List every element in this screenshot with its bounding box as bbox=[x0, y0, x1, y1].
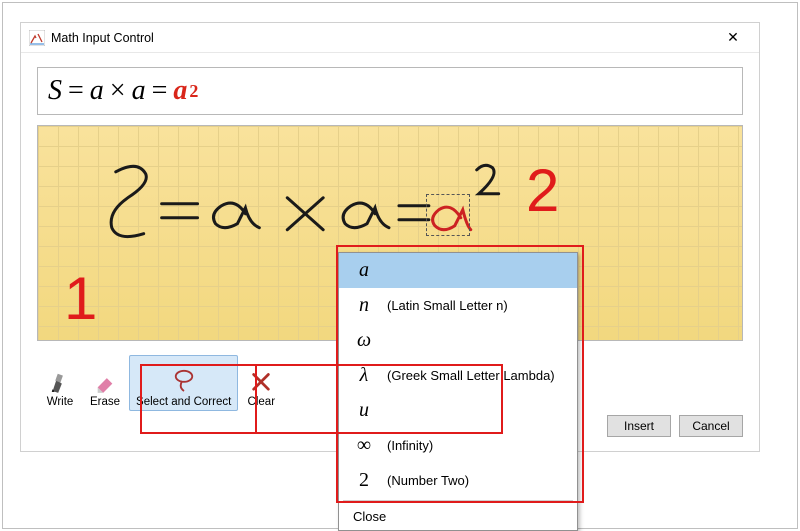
lasso-icon bbox=[173, 366, 195, 394]
clear-icon bbox=[250, 366, 272, 394]
eraser-icon bbox=[94, 366, 116, 394]
close-button[interactable]: ✕ bbox=[713, 26, 753, 50]
popup-separator bbox=[343, 500, 573, 501]
popup-symbol: 2 bbox=[353, 469, 375, 492]
correction-popup: an (Latin Small Letter n) ωλ (Greek Small L… bbox=[338, 252, 578, 531]
write-tool[interactable]: Write bbox=[39, 355, 81, 411]
footer-buttons: Insert Cancel bbox=[607, 415, 743, 437]
popup-desc: (Latin Small Letter n) bbox=[387, 298, 508, 313]
formula-eq1: = bbox=[68, 75, 84, 107]
close-icon: ✕ bbox=[727, 29, 739, 46]
window-title: Math Input Control bbox=[51, 31, 713, 45]
formula-red-a: a bbox=[173, 75, 187, 107]
popup-item-2[interactable]: ω bbox=[339, 323, 577, 358]
popup-symbol: a bbox=[353, 259, 375, 282]
app-icon bbox=[29, 30, 45, 46]
popup-item-5[interactable]: ∞ (Infinity) bbox=[339, 428, 577, 463]
popup-symbol: n bbox=[353, 294, 375, 317]
insert-button[interactable]: Insert bbox=[607, 415, 671, 437]
clear-label: Clear bbox=[248, 396, 275, 408]
pencil-icon bbox=[49, 366, 71, 394]
popup-symbol: u bbox=[353, 399, 375, 422]
popup-item-6[interactable]: 2 (Number Two) bbox=[339, 463, 577, 498]
formula-a1: a bbox=[90, 75, 104, 107]
select-correct-tool[interactable]: Select and Correct bbox=[129, 355, 238, 411]
popup-desc: (Number Two) bbox=[387, 473, 469, 488]
popup-desc: (Infinity) bbox=[387, 438, 433, 453]
formula-red-exp: 2 bbox=[189, 81, 198, 102]
popup-desc: (Greek Small Letter Lambda) bbox=[387, 368, 555, 383]
popup-item-4[interactable]: u bbox=[339, 393, 577, 428]
popup-item-3[interactable]: λ (Greek Small Letter Lambda) bbox=[339, 358, 577, 393]
select-correct-label: Select and Correct bbox=[136, 396, 231, 408]
cancel-button[interactable]: Cancel bbox=[679, 415, 743, 437]
erase-tool[interactable]: Erase bbox=[83, 355, 127, 411]
popup-item-1[interactable]: n (Latin Small Letter n) bbox=[339, 288, 577, 323]
titlebar: Math Input Control ✕ bbox=[21, 23, 759, 53]
popup-symbol: ω bbox=[353, 329, 375, 352]
erase-label: Erase bbox=[90, 396, 120, 408]
popup-close[interactable]: Close bbox=[339, 503, 577, 530]
popup-symbol: λ bbox=[353, 364, 375, 387]
write-label: Write bbox=[47, 396, 74, 408]
recognized-formula: S = a × a = a2 bbox=[37, 67, 743, 115]
formula-eq2: = bbox=[152, 75, 168, 107]
clear-tool[interactable]: Clear bbox=[240, 355, 282, 411]
popup-symbol: ∞ bbox=[353, 434, 375, 457]
formula-times: × bbox=[110, 75, 126, 107]
ink-selection-box bbox=[426, 194, 470, 236]
formula-S: S bbox=[48, 75, 62, 107]
formula-a2: a bbox=[132, 75, 146, 107]
popup-item-0[interactable]: a bbox=[339, 253, 577, 288]
